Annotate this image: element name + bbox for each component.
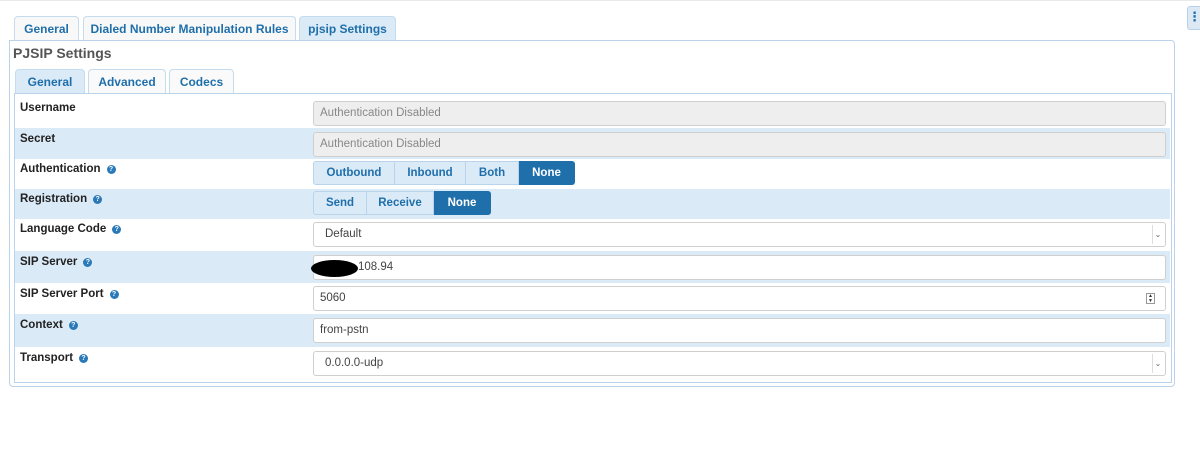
sip-server-value: 108.94 [358,261,394,273]
secret-label: Secret [20,133,56,145]
transport-label: Transport? [20,352,89,364]
registration-row: Registration? Send Receive None [15,189,1170,219]
language-code-label: Language Code? [20,223,122,235]
authentication-outbound-button[interactable]: Outbound [313,161,395,185]
chevron-down-icon: ⌄ [1152,354,1163,373]
tab-general[interactable]: General [14,16,79,40]
registration-receive-button[interactable]: Receive [367,191,434,215]
language-code-row: Language Code? Default ⌄ [15,219,1170,251]
chevron-down-icon: ⌄ [1152,225,1163,244]
inner-tab-general[interactable]: General [15,69,85,94]
registration-none-button[interactable]: None [434,191,491,215]
question-circle-icon[interactable]: ? [112,225,122,234]
sip-server-label: SIP Server? [20,256,93,268]
inner-tab-advanced[interactable]: Advanced [88,69,166,93]
inner-tab-codecs[interactable]: Codecs [169,69,234,93]
transport-row: Transport? 0.0.0.0-udp ⌄ [15,347,1170,380]
transport-value: 0.0.0.0-udp [325,357,384,369]
sip-server-port-value: 5060 [320,292,346,304]
vertical-ellipsis-icon: ⋮ [1188,9,1200,24]
authentication-label: Authentication? [20,163,116,175]
question-circle-icon[interactable]: ? [106,165,116,174]
question-circle-icon[interactable]: ? [83,258,93,267]
context-field[interactable]: from-pstn [313,318,1166,343]
tab-pjsip-settings[interactable]: pjsip Settings [299,16,396,42]
transport-select[interactable]: 0.0.0.0-udp ⌄ [313,351,1166,376]
username-label: Username [20,102,76,114]
question-circle-icon[interactable]: ? [68,321,78,330]
question-circle-icon[interactable]: ? [79,354,89,363]
registration-label: Registration? [20,193,103,205]
authentication-none-button[interactable]: None [519,161,575,185]
context-label: Context? [20,319,78,331]
registration-send-button[interactable]: Send [313,191,367,215]
username-field[interactable]: Authentication Disabled [313,101,1166,126]
question-circle-icon[interactable]: ? [93,195,103,204]
side-menu-toggle[interactable]: ⋮ [1187,6,1200,30]
top-divider [0,0,1200,1]
context-row: Context? from-pstn [15,314,1170,347]
redaction-mark [311,260,358,277]
language-code-select[interactable]: Default ⌄ [313,222,1166,247]
sip-server-row: SIP Server? 108.94 [15,251,1170,283]
authentication-both-button[interactable]: Both [466,161,519,185]
registration-toggle: Send Receive None [313,191,491,215]
authentication-inbound-button[interactable]: Inbound [395,161,466,185]
authentication-row: Authentication? Outbound Inbound Both No… [15,159,1170,189]
sip-server-port-label: SIP Server Port? [20,288,119,300]
page-title: PJSIP Settings [13,45,112,61]
number-spinner-icon[interactable]: ▲ ▼ [1146,293,1155,304]
username-row: Username Authentication Disabled [15,98,1170,128]
question-circle-icon[interactable]: ? [109,290,119,299]
authentication-toggle: Outbound Inbound Both None [313,161,575,185]
sip-server-port-field[interactable]: 5060 ▲ ▼ [313,286,1166,311]
secret-row: Secret Authentication Disabled [15,128,1170,159]
sip-server-field[interactable]: 108.94 [311,255,1166,280]
secret-field[interactable]: Authentication Disabled [313,132,1166,157]
sip-server-port-row: SIP Server Port? 5060 ▲ ▼ [15,283,1170,314]
tab-dialed-number-manipulation-rules[interactable]: Dialed Number Manipulation Rules [83,16,296,40]
language-code-value: Default [325,228,362,240]
